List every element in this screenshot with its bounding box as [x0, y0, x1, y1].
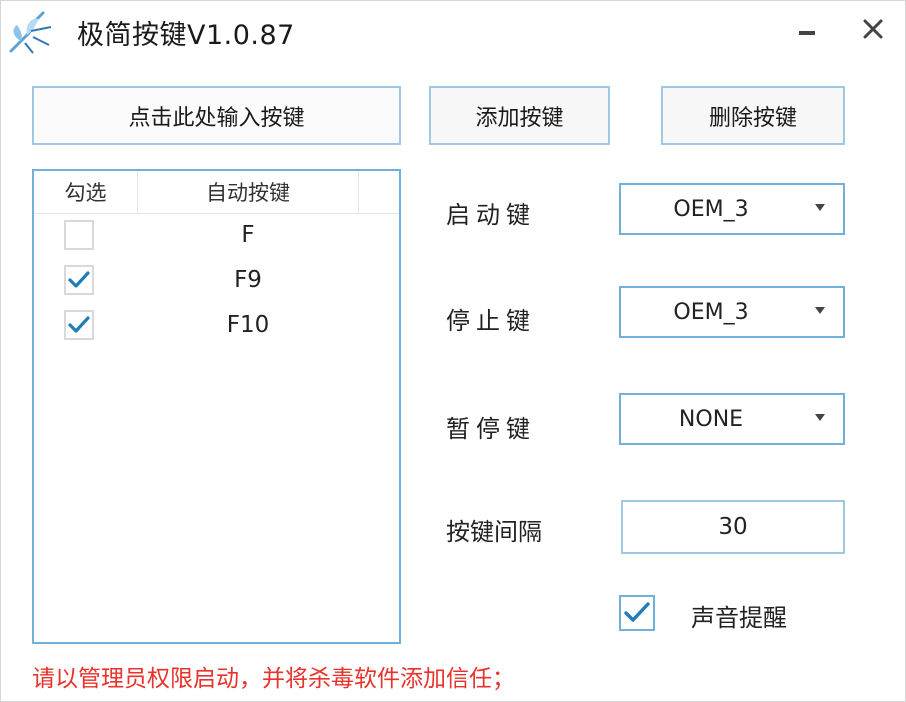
- app-logo-icon: [7, 7, 57, 57]
- row-key-label: F10: [226, 312, 270, 338]
- list-item[interactable]: F9: [34, 258, 399, 302]
- admin-warning-text: 请以管理员权限启动，并将杀毒软件添加信任；: [32, 666, 515, 692]
- chevron-down-icon: [815, 307, 825, 314]
- stop-key-label: 停止键: [446, 307, 536, 335]
- close-button[interactable]: [853, 9, 893, 49]
- checkmark-icon: [68, 316, 90, 333]
- delete-key-button[interactable]: 删除按键: [661, 86, 845, 145]
- minimize-icon: [799, 31, 815, 35]
- add-key-button[interactable]: 添加按键: [429, 86, 610, 145]
- sound-alert-label: 声音提醒: [691, 604, 787, 632]
- column-header-select[interactable]: 勾选: [34, 171, 138, 213]
- checkmark-icon: [68, 271, 90, 288]
- start-key-value: OEM_3: [673, 196, 749, 222]
- checkmark-icon: [624, 602, 650, 622]
- interval-label: 按键间隔: [446, 518, 542, 546]
- row-checkbox[interactable]: [64, 310, 94, 340]
- pause-key-select[interactable]: NONE: [619, 393, 845, 445]
- minimize-button[interactable]: [787, 9, 827, 49]
- stop-key-value: OEM_3: [673, 299, 749, 325]
- close-icon: [863, 19, 883, 39]
- stop-key-select[interactable]: OEM_3: [619, 286, 845, 338]
- key-input-button[interactable]: 点击此处输入按键: [32, 86, 401, 145]
- start-key-select[interactable]: OEM_3: [619, 183, 845, 235]
- interval-input[interactable]: [621, 500, 845, 554]
- row-key-label: F: [241, 222, 255, 248]
- pause-key-label: 暂停键: [446, 415, 536, 443]
- app-window: 极简按键V1.0.87 点击此处输入按键 添加按键 删除按键 勾选 自动按键 F: [0, 0, 906, 702]
- start-key-label: 启动键: [446, 201, 536, 229]
- pause-key-value: NONE: [678, 406, 744, 432]
- sound-alert-checkbox[interactable]: [619, 595, 655, 631]
- list-item[interactable]: F: [34, 213, 399, 257]
- window-title: 极简按键V1.0.87: [77, 20, 295, 51]
- list-item[interactable]: F10: [34, 303, 399, 347]
- row-checkbox[interactable]: [64, 265, 94, 295]
- row-key-label: F9: [234, 267, 262, 293]
- chevron-down-icon: [815, 414, 825, 421]
- key-list[interactable]: 勾选 自动按键 F F9 F10: [32, 169, 401, 644]
- chevron-down-icon: [815, 204, 825, 211]
- column-header-auto-key[interactable]: 自动按键: [138, 171, 359, 213]
- list-header: 勾选 自动按键: [34, 171, 399, 214]
- row-checkbox[interactable]: [64, 220, 94, 250]
